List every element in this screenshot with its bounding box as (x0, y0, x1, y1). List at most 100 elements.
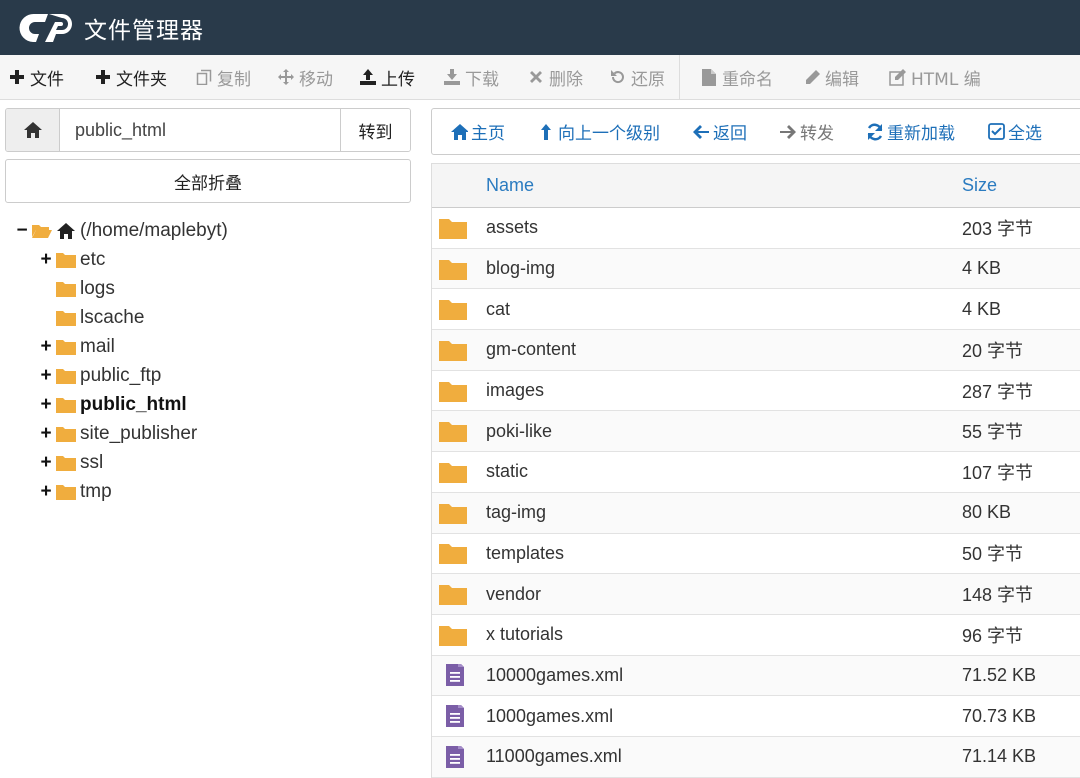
up-one-level-button[interactable]: 向上一个级别 (528, 109, 669, 154)
file-name[interactable]: assets (486, 217, 538, 238)
tree-item-logs[interactable]: logs (14, 274, 414, 303)
expand-toggle-icon[interactable]: + (38, 394, 54, 416)
expand-toggle-icon[interactable]: + (38, 481, 54, 503)
tree-item-public-html[interactable]: + public_html (14, 390, 414, 419)
collapse-toggle-icon[interactable]: − (14, 220, 30, 242)
tree-item-site-publisher[interactable]: + site_publisher (14, 419, 414, 448)
restore-button[interactable]: 还原 (601, 55, 673, 99)
tree-item-root[interactable]: − (/home/maplebyt) (14, 216, 414, 245)
table-row[interactable]: tag-img 80 KB (432, 492, 1080, 534)
expand-toggle-icon[interactable]: + (38, 336, 54, 358)
expand-toggle-icon[interactable]: + (38, 249, 54, 271)
new-folder-label: 文件夹 (116, 69, 167, 90)
file-name[interactable]: blog-img (486, 258, 555, 279)
file-size: 71.14 KB (962, 746, 1037, 767)
folder-icon (439, 503, 467, 524)
tree-item-mail[interactable]: + mail (14, 332, 414, 361)
file-name[interactable]: cat (486, 299, 510, 320)
rename-label: 重命名 (722, 69, 773, 90)
folder-icon (56, 310, 76, 326)
tree-item-public-ftp[interactable]: + public_ftp (14, 361, 414, 390)
move-button[interactable]: 移动 (269, 55, 341, 99)
file-name[interactable]: templates (486, 543, 564, 564)
download-button[interactable]: 下载 (435, 55, 507, 99)
html-edit-button[interactable]: HTML 编 (881, 55, 989, 99)
home-icon (57, 222, 75, 239)
app-title: 文件管理器 (84, 17, 204, 44)
file-name[interactable]: 10000games.xml (486, 665, 623, 686)
table-row[interactable]: blog-img 4 KB (432, 248, 1080, 290)
tree-item-ssl[interactable]: + ssl (14, 448, 414, 477)
delete-label: 删除 (549, 69, 583, 90)
tree-item-label: mail (80, 335, 115, 357)
file-name[interactable]: 11000games.xml (486, 746, 622, 767)
file-name[interactable]: 1000games.xml (486, 706, 613, 727)
forward-button[interactable]: 转发 (770, 109, 843, 154)
copy-button[interactable]: 复制 (187, 55, 259, 99)
expand-toggle-icon[interactable]: + (38, 365, 54, 387)
home-button[interactable]: 主页 (432, 109, 514, 154)
tree-item-tmp[interactable]: + tmp (14, 477, 414, 506)
toolbar: 文件 文件夹 复制 移动 上传 下载 删除 还原 重命名 编辑 HTML 编 (0, 55, 1080, 100)
tree-item-label: site_publisher (80, 422, 198, 444)
table-row[interactable]: vendor 148 字节 (432, 574, 1080, 615)
tree-item-lscache[interactable]: lscache (14, 303, 414, 332)
expand-toggle-icon[interactable]: + (38, 423, 54, 445)
folder-open-icon (32, 224, 52, 238)
restore-label: 还原 (631, 69, 665, 90)
select-all-button[interactable]: 全选 (978, 109, 1051, 154)
home-path-button[interactable] (6, 109, 60, 151)
table-row[interactable]: poki-like 55 字节 (432, 411, 1080, 453)
table-row[interactable]: 11000games.xml 71.14 KB (432, 736, 1080, 778)
folder-icon (439, 625, 467, 646)
table-row[interactable]: 10000games.xml 71.52 KB (432, 655, 1080, 697)
home-icon (23, 122, 42, 138)
table-row[interactable]: static 107 字节 (432, 452, 1080, 493)
expand-toggle-icon[interactable]: + (38, 452, 54, 474)
upload-button[interactable]: 上传 (351, 55, 423, 99)
reload-button[interactable]: 重新加载 (857, 109, 964, 154)
go-button[interactable]: 转到 (340, 109, 410, 151)
move-icon (277, 68, 295, 86)
forward-label: 转发 (800, 124, 834, 144)
size-column-header[interactable]: Size (962, 175, 997, 196)
refresh-icon (866, 123, 884, 141)
folder-icon (439, 259, 467, 280)
tree-item-etc[interactable]: + etc (14, 245, 414, 274)
collapse-all-button[interactable]: 全部折叠 (5, 159, 411, 203)
file-name[interactable]: vendor (486, 584, 541, 605)
table-row[interactable]: assets 203 字节 (432, 208, 1080, 249)
file-size: 71.52 KB (962, 664, 1037, 685)
file-size: 70.73 KB (962, 705, 1037, 726)
edit-label: 编辑 (825, 69, 859, 90)
file-name[interactable]: tag-img (486, 502, 546, 523)
file-size: 107 字节 (962, 462, 1034, 483)
html-edit-label: HTML 编 (911, 69, 981, 90)
file-name[interactable]: images (486, 380, 544, 401)
table-row[interactable]: x tutorials 96 字节 (432, 615, 1080, 656)
new-folder-button[interactable]: 文件夹 (86, 55, 175, 99)
edit-button[interactable]: 编辑 (795, 55, 867, 99)
table-row[interactable]: gm-content 20 字节 (432, 330, 1080, 371)
delete-button[interactable]: 删除 (519, 55, 591, 99)
table-header: Name Size (432, 163, 1080, 208)
folder-icon (56, 397, 76, 413)
file-name[interactable]: gm-content (486, 339, 576, 360)
file-size: 55 字节 (962, 422, 1024, 443)
rename-button[interactable]: 重命名 (692, 55, 781, 99)
file-name[interactable]: poki-like (486, 421, 552, 442)
new-file-button[interactable]: 文件 (0, 55, 72, 99)
table-row[interactable]: images 287 字节 (432, 371, 1080, 412)
name-column-header[interactable]: Name (486, 175, 534, 196)
cpanel-logo-icon[interactable] (18, 8, 76, 48)
table-row[interactable]: templates 50 字节 (432, 534, 1080, 575)
download-icon (443, 68, 461, 86)
file-table: Name Size assets 203 字节 blog-img 4 KB cat 4 K… (431, 163, 1080, 778)
file-name[interactable]: static (486, 461, 528, 482)
file-size: 80 KB (962, 502, 1012, 523)
table-row[interactable]: cat 4 KB (432, 289, 1080, 331)
back-button[interactable]: 返回 (683, 109, 756, 154)
file-name[interactable]: x tutorials (486, 624, 563, 645)
path-input[interactable] (60, 109, 340, 151)
table-row[interactable]: 1000games.xml 70.73 KB (432, 696, 1080, 737)
